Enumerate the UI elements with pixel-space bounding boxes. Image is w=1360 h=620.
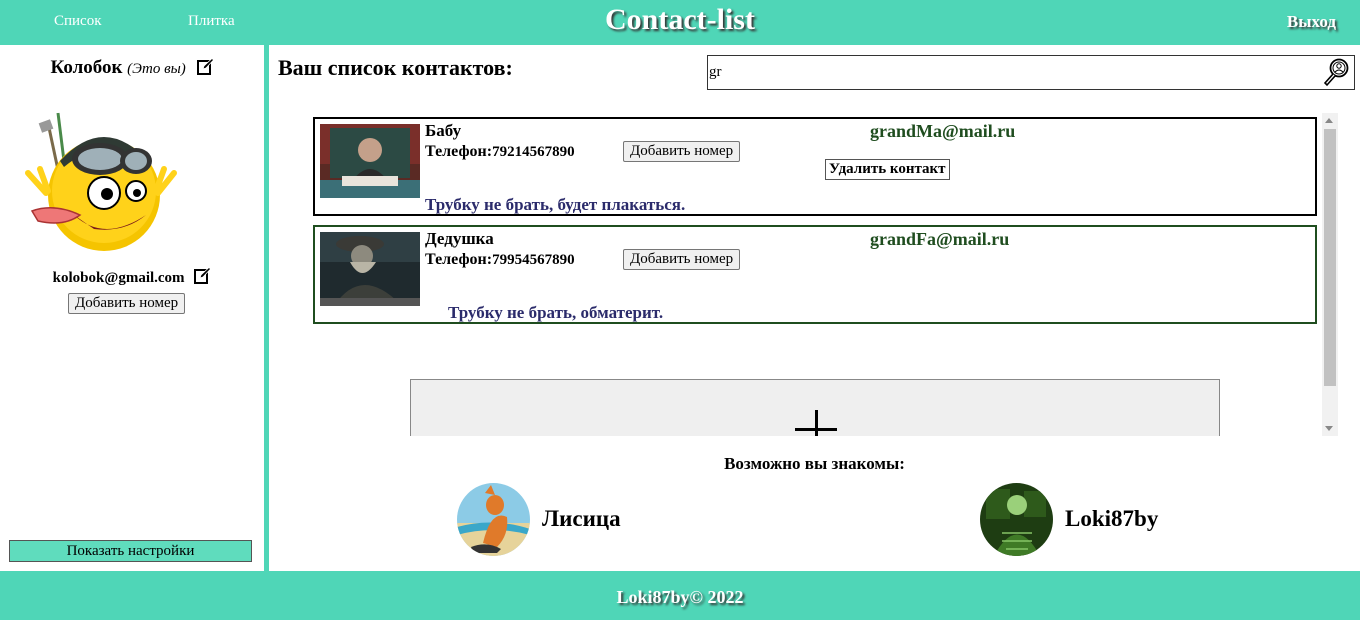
search-icon[interactable]	[1322, 57, 1352, 87]
edit-icon[interactable]	[196, 57, 214, 75]
footer-bar: Loki87by© 2022	[0, 571, 1360, 620]
header-bar: Список Плитка Contact-list Выход	[0, 0, 1360, 45]
suggestion-name: Loki87by	[1065, 506, 1159, 531]
show-settings-button[interactable]: Показать настройки	[9, 540, 252, 562]
profile-name: Колобок	[50, 57, 123, 78]
app-title: Contact-list	[605, 3, 755, 36]
contact-card: Дедушка Телефон:79954567890 Добавить ном…	[313, 225, 1317, 324]
logout-link[interactable]: Выход	[1287, 12, 1336, 32]
delete-contact-button[interactable]: Удалить контакт	[825, 159, 950, 180]
contact-name: Бабу	[425, 121, 462, 140]
contacts-scrollbar[interactable]	[1322, 113, 1338, 436]
profile-self-note: (Это вы)	[127, 61, 186, 77]
suggestion-avatar	[457, 483, 530, 556]
scroll-down-arrow-icon[interactable]	[1325, 426, 1333, 431]
phone-label: Телефон:	[425, 251, 493, 268]
suggestion-name: Лисица	[542, 506, 621, 531]
contact-note: Трубку не брать, будет плакаться.	[425, 195, 686, 214]
footer-copyright: Loki87by© 2022	[616, 587, 744, 607]
contact-note: Трубку не брать, обматерит.	[448, 303, 664, 322]
phone-label: Телефон:	[425, 143, 493, 160]
suggestions-title: Возможно вы знакомы:	[724, 454, 905, 473]
suggestion-item[interactable]: Loki87by	[980, 483, 1180, 557]
phone-value: 79214567890	[492, 144, 575, 160]
contact-name: Дедушка	[425, 229, 494, 248]
contact-photo	[320, 124, 420, 198]
contact-card: Бабу Телефон:79214567890 Добавить номер …	[313, 117, 1317, 216]
scroll-thumb[interactable]	[1324, 129, 1336, 386]
contact-email: grandMa@mail.ru	[870, 121, 1016, 141]
add-phone-button[interactable]: Добавить номер	[623, 249, 741, 270]
contact-email: grandFa@mail.ru	[870, 229, 1010, 249]
scroll-up-arrow-icon[interactable]	[1325, 118, 1333, 123]
suggestion-avatar	[980, 483, 1053, 556]
search-box	[707, 55, 1355, 90]
page-title: Ваш список контактов:	[278, 55, 513, 80]
profile-email-row: kolobok@gmail.com	[0, 266, 264, 287]
profile-avatar	[25, 112, 177, 251]
profile-name-row: Колобок (Это вы)	[0, 57, 264, 79]
contact-phone: Телефон:79954567890	[425, 251, 575, 269]
contact-photo	[320, 232, 420, 306]
profile-email: kolobok@gmail.com	[52, 270, 185, 286]
contact-phone: Телефон:79214567890	[425, 143, 575, 161]
profile-add-phone-button[interactable]: Добавить номер	[68, 293, 186, 314]
suggestion-item[interactable]: Лисица	[457, 483, 657, 557]
add-phone-button[interactable]: Добавить номер	[623, 141, 741, 162]
phone-value: 79954567890	[492, 252, 575, 268]
edit-icon[interactable]	[194, 266, 212, 284]
profile-sidebar: Колобок (Это вы) kolobok@gmail.com Добав…	[0, 45, 264, 571]
search-input[interactable]	[708, 56, 1309, 89]
